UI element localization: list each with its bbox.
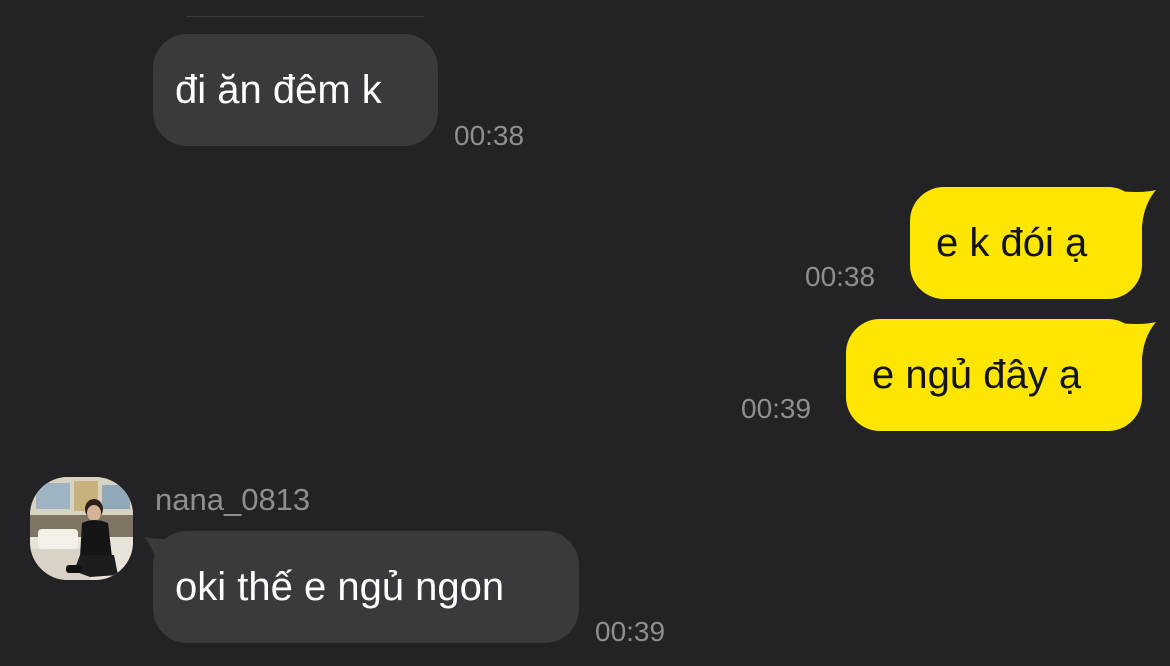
message-divider [186, 16, 424, 17]
outgoing-bubble-tail [1110, 190, 1156, 226]
message-text: oki thế e ngủ ngon [175, 565, 505, 609]
message-text: đi ăn đêm k [175, 68, 382, 112]
message-text: e k đói ạ [936, 221, 1088, 265]
message-text: e ngủ đây ạ [872, 353, 1082, 397]
sender-name[interactable]: nana_0813 [155, 484, 310, 515]
outgoing-message-bubble[interactable]: e k đói ạ [910, 187, 1142, 299]
message-timestamp: 00:38 [454, 120, 525, 151]
avatar[interactable] [30, 477, 133, 580]
incoming-message-bubble[interactable]: đi ăn đêm k [153, 34, 438, 146]
message-timestamp: 00:39 [741, 393, 812, 424]
message-timestamp: 00:38 [805, 261, 876, 292]
incoming-message-bubble[interactable]: oki thế e ngủ ngon [153, 531, 579, 643]
outgoing-bubble-tail [1110, 322, 1156, 358]
profile-photo [30, 477, 133, 580]
message-timestamp: 00:39 [595, 616, 666, 647]
outgoing-message-bubble[interactable]: e ngủ đây ạ [846, 319, 1142, 431]
